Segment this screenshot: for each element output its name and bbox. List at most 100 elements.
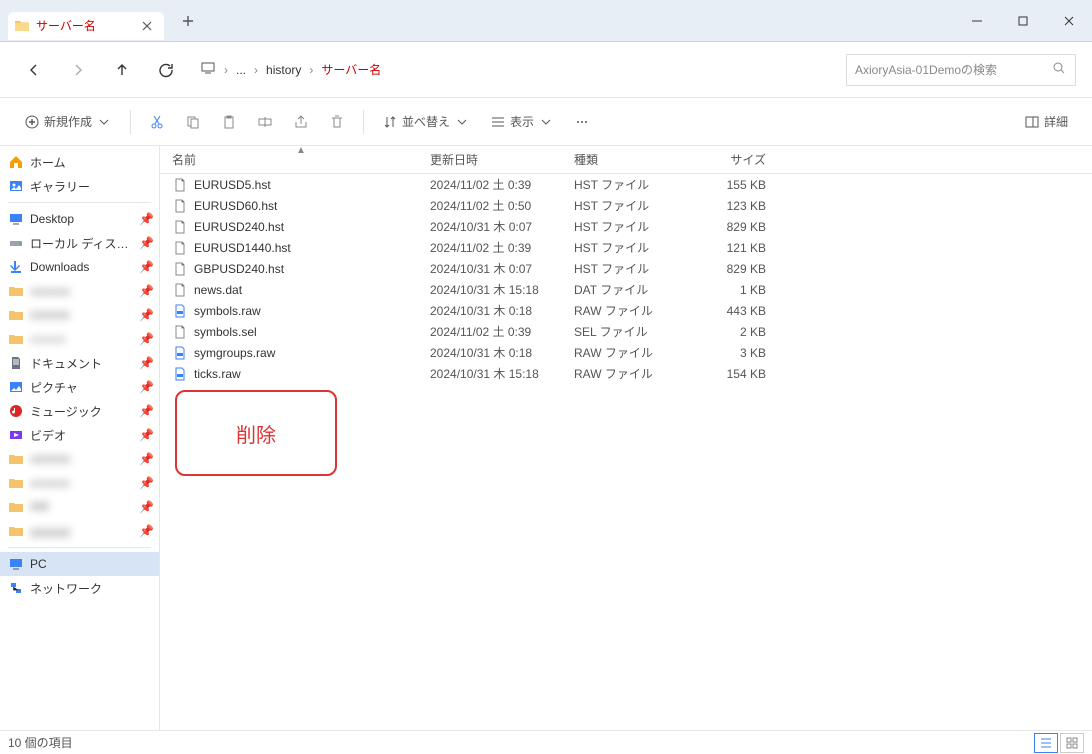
chevron-right-icon: › [309,63,313,77]
file-date: 2024/10/31 木 0:07 [430,218,574,235]
back-button[interactable] [16,52,52,88]
pin-icon: 📌 [139,260,151,274]
pin-icon: 📌 [139,212,151,226]
file-size: 2 KB [690,325,774,339]
file-size: 154 KB [690,367,774,381]
file-name: EURUSD1440.hst [194,241,430,255]
pin-icon: 📌 [139,284,151,298]
file-icon [172,261,188,277]
sidebar-item-music[interactable]: ミュージック 📌 [0,399,159,423]
up-button[interactable] [104,52,140,88]
forward-button[interactable] [60,52,96,88]
view-icons-button[interactable] [1060,733,1084,753]
paste-button[interactable] [213,106,245,138]
file-row[interactable]: EURUSD60.hst2024/11/02 土 0:50HST ファイル123… [160,195,1092,216]
column-header-date[interactable]: 更新日時 [430,151,574,168]
breadcrumb-current[interactable]: サーバー名 [321,61,381,78]
window-controls [954,0,1092,42]
file-date: 2024/11/02 土 0:39 [430,176,574,193]
pc-icon [200,60,216,79]
sidebar-item-local-disk[interactable]: ローカル ディスク (C:) 📌 [0,231,159,255]
file-name: EURUSD240.hst [194,220,430,234]
sidebar-item-pinned[interactable]: aaaaaa📌 [0,279,159,303]
network-icon [8,580,24,596]
sidebar-item-pictures[interactable]: ピクチャ 📌 [0,375,159,399]
sidebar-item-desktop[interactable]: Desktop 📌 [0,207,159,231]
pin-icon: 📌 [139,452,151,466]
delete-button[interactable] [321,106,353,138]
file-icon [172,282,188,298]
sidebar-item-network[interactable]: ネットワーク [0,576,159,600]
tab-close-button[interactable] [138,17,156,35]
breadcrumb-ellipsis[interactable]: ... [236,63,246,77]
separator [130,110,131,134]
file-row[interactable]: ticks.raw2024/10/31 木 15:18RAW ファイル154 K… [160,363,1092,384]
breadcrumb-history[interactable]: history [266,63,301,77]
sidebar-item-home[interactable]: ホーム [0,150,159,174]
sidebar-item-pinned[interactable]: dddddd📌 [0,447,159,471]
sidebar-item-gallery[interactable]: ギャラリー [0,174,159,198]
column-header-size[interactable]: サイズ [690,151,774,168]
sidebar-item-pinned[interactable]: ffffff📌 [0,495,159,519]
column-header-name[interactable]: ▲ 名前 [172,151,430,168]
folder-icon [14,18,30,34]
sidebar-item-pinned[interactable]: cccccc📌 [0,327,159,351]
file-row[interactable]: EURUSD1440.hst2024/11/02 土 0:39HST ファイル1… [160,237,1092,258]
address-bar[interactable]: › ... › history › サーバー名 [192,60,838,79]
minimize-button[interactable] [954,0,1000,42]
file-date: 2024/11/02 土 0:39 [430,323,574,340]
chevron-down-icon [538,114,554,130]
sidebar-item-pc[interactable]: PC [0,552,159,576]
close-window-button[interactable] [1046,0,1092,42]
chevron-right-icon: › [224,63,228,77]
column-header-type[interactable]: 種類 [574,151,690,168]
file-type: HST ファイル [574,197,690,214]
refresh-button[interactable] [148,52,184,88]
new-tab-button[interactable] [172,5,204,37]
search-icon [1051,60,1067,79]
file-name: symbols.sel [194,325,430,339]
new-item-button[interactable]: 新規作成 [16,106,120,138]
file-name: ticks.raw [194,367,430,381]
file-row[interactable]: GBPUSD240.hst2024/10/31 木 0:07HST ファイル82… [160,258,1092,279]
copy-button[interactable] [177,106,209,138]
file-type: RAW ファイル [574,365,690,382]
cut-button[interactable] [141,106,173,138]
file-row[interactable]: symbols.sel2024/11/02 土 0:39SEL ファイル2 KB [160,321,1092,342]
file-type: DAT ファイル [574,281,690,298]
file-size: 3 KB [690,346,774,360]
pin-icon: 📌 [139,524,151,538]
file-row[interactable]: symgroups.raw2024/10/31 木 0:18RAW ファイル3 … [160,342,1092,363]
file-row[interactable]: news.dat2024/10/31 木 15:18DAT ファイル1 KB [160,279,1092,300]
sidebar-item-pinned[interactable]: bbbbbb📌 [0,303,159,327]
file-size: 829 KB [690,262,774,276]
titlebar: サーバー名 [0,0,1092,42]
chevron-down-icon [454,114,470,130]
pin-icon: 📌 [139,308,151,322]
file-row[interactable]: symbols.raw2024/10/31 木 0:18RAW ファイル443 … [160,300,1092,321]
maximize-button[interactable] [1000,0,1046,42]
file-row[interactable]: EURUSD5.hst2024/11/02 土 0:39HST ファイル155 … [160,174,1092,195]
new-item-label: 新規作成 [44,113,92,130]
share-button[interactable] [285,106,317,138]
view-button[interactable]: 表示 [482,106,562,138]
more-button[interactable] [566,106,598,138]
file-size: 121 KB [690,241,774,255]
toolbar: 新規作成 並べ替え 表示 詳細 [0,98,1092,146]
sidebar-item-documents[interactable]: ドキュメント 📌 [0,351,159,375]
sidebar-item-videos[interactable]: ビデオ 📌 [0,423,159,447]
details-pane-button[interactable]: 詳細 [1016,106,1076,138]
sidebar-item-pinned[interactable]: eeeeee📌 [0,471,159,495]
rename-button[interactable] [249,106,281,138]
file-icon [172,324,188,340]
status-bar: 10 個の項目 [0,730,1092,754]
view-details-button[interactable] [1034,733,1058,753]
file-row[interactable]: EURUSD240.hst2024/10/31 木 0:07HST ファイル82… [160,216,1092,237]
search-input[interactable]: AxioryAsia-01Demoの検索 [846,54,1076,86]
divider [8,547,151,548]
browser-tab[interactable]: サーバー名 [8,12,164,40]
sidebar-item-pinned[interactable]: gggggg📌 [0,519,159,543]
file-name: symbols.raw [194,304,430,318]
sidebar-item-downloads[interactable]: Downloads 📌 [0,255,159,279]
sort-button[interactable]: 並べ替え [374,106,478,138]
